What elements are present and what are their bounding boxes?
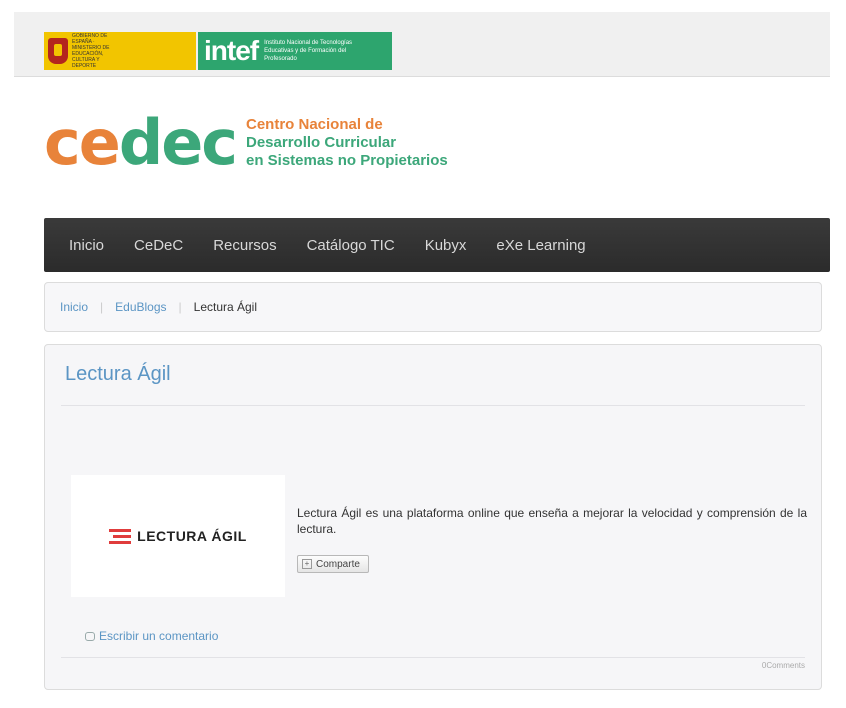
write-comment-label: Escribir un comentario	[99, 629, 219, 643]
cedec-tagline: Centro Nacional de Desarrollo Curricular…	[246, 116, 448, 170]
breadcrumb-edublogs[interactable]: EduBlogs	[115, 300, 166, 314]
intef-wordmark: intef	[204, 35, 259, 66]
share-button[interactable]: + Comparte	[297, 555, 369, 573]
cedec-logo[interactable]: cedec Centro Nacional de Desarrollo Curr…	[44, 112, 448, 174]
cedec-tagline-3: en Sistemas no Propietarios	[246, 152, 448, 169]
cedec-wordmark: cedec	[44, 112, 238, 174]
main-nav: Inicio CeDeC Recursos Catálogo TIC Kubyx…	[44, 218, 830, 272]
cedec-tagline-1: Centro Nacional de	[246, 116, 383, 133]
cedec-part1: ce	[44, 106, 121, 179]
lectura-agil-logo-text: LECTURA ÁGIL	[137, 528, 247, 544]
article-description: Lectura Ágil es una plataforma online qu…	[297, 506, 807, 536]
article-title[interactable]: Lectura Ágil	[65, 363, 171, 386]
breadcrumb-current: Lectura Ágil	[193, 300, 258, 314]
intef-subtitle: Instituto Nacional de Tecnologías Educat…	[264, 40, 353, 62]
cedec-tagline-2: Desarrollo Curricular	[246, 134, 397, 151]
breadcrumb-inicio[interactable]: Inicio	[60, 300, 88, 314]
spain-crest-icon	[48, 38, 68, 64]
divider	[61, 405, 805, 406]
breadcrumb: Inicio | EduBlogs | Lectura Ágil	[44, 282, 822, 332]
nav-item-inicio[interactable]: Inicio	[54, 237, 119, 254]
lectura-agil-logo-icon	[109, 528, 132, 544]
article-image[interactable]: LECTURA ÁGIL	[71, 475, 285, 597]
divider	[61, 657, 805, 658]
nav-item-exe-learning[interactable]: eXe Learning	[481, 237, 600, 254]
comments-count[interactable]: 0Comments	[762, 661, 805, 670]
cedec-part2: dec	[118, 106, 238, 179]
write-comment-link[interactable]: Escribir un comentario	[85, 629, 218, 643]
nav-item-kubyx[interactable]: Kubyx	[410, 237, 482, 254]
nav-item-catalogo-tic[interactable]: Catálogo TIC	[292, 237, 410, 254]
government-logo[interactable]: GOBIERNO DE ESPAÑA · MINISTERIO DE EDUCA…	[44, 32, 196, 70]
share-label: Comparte	[316, 558, 360, 570]
plus-icon: +	[302, 559, 312, 569]
government-text: GOBIERNO DE ESPAÑA · MINISTERIO DE EDUCA…	[72, 33, 110, 69]
comment-bubble-icon	[85, 631, 95, 641]
breadcrumb-separator: |	[178, 300, 182, 314]
breadcrumb-separator: |	[100, 300, 104, 314]
nav-item-recursos[interactable]: Recursos	[198, 237, 291, 254]
article-panel: Lectura Ágil LECTURA ÁGIL Lectura Ágil e…	[44, 344, 822, 690]
nav-item-cedec[interactable]: CeDeC	[119, 237, 198, 254]
intef-logo[interactable]: intef Instituto Nacional de Tecnologías …	[198, 32, 392, 70]
